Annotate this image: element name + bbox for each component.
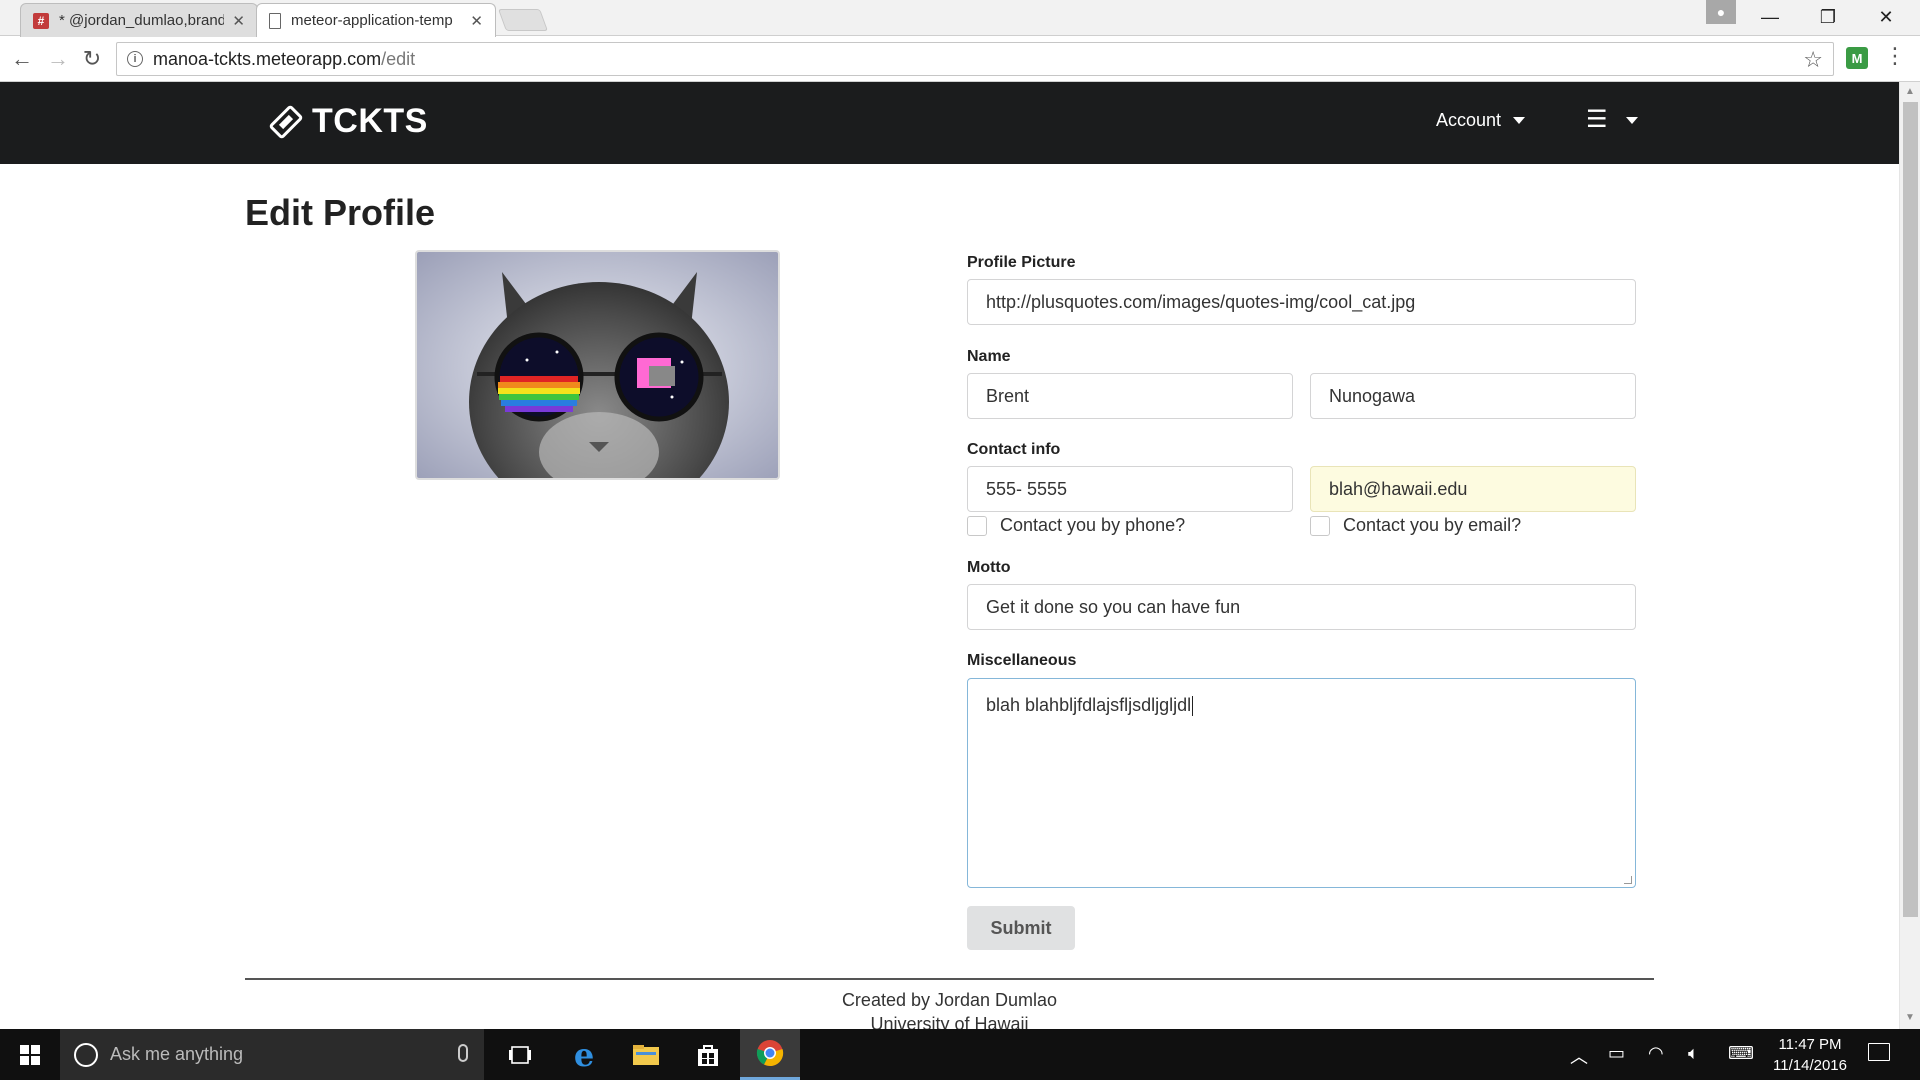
new-tab-button[interactable] (497, 9, 549, 31)
address-bar[interactable]: i manoa-tckts.meteorapp.com/edit ☆ (116, 42, 1834, 76)
search-placeholder: Ask me anything (110, 1044, 244, 1064)
action-center-icon[interactable] (1868, 1043, 1890, 1061)
info-icon[interactable]: i (127, 51, 143, 67)
checkbox-box[interactable] (1310, 515, 1330, 536)
account-dropdown[interactable]: Account (1436, 110, 1526, 131)
caret-down-icon (1513, 117, 1526, 124)
chrome-taskbar-icon[interactable] (740, 1029, 800, 1080)
cortana-search-box[interactable]: Ask me anything (60, 1029, 484, 1080)
page-title: Edit Profile (245, 192, 436, 233)
last-name-input[interactable]: Nunogawa (1310, 373, 1636, 419)
clock-date: 11/14/2016 (1773, 1057, 1847, 1074)
restore-icon[interactable]: ❐ (1800, 0, 1856, 34)
caret-down-icon (1625, 116, 1638, 124)
tab-title: * @jordan_dumlao,brand (59, 12, 225, 29)
browser-tab-strip: # * @jordan_dumlao,brand ✕ meteor-applic… (0, 0, 1920, 37)
miscellaneous-label: Miscellaneous (967, 652, 1077, 669)
motto-label: Motto (967, 559, 1011, 576)
site-navbar: TCKTS Account ☰ (0, 82, 1899, 164)
file-explorer-icon[interactable] (616, 1029, 676, 1080)
task-view-icon[interactable] (490, 1029, 550, 1080)
page-viewport: TCKTS Account ☰ Edit Profile Profile Pic… (0, 82, 1899, 1029)
footer-university: University of Hawaii (870, 1014, 1029, 1029)
show-hidden-icons-chevron[interactable]: ︿ (1570, 1043, 1588, 1069)
browser-profile-icon[interactable]: ● (1706, 0, 1736, 24)
contact-by-email-label: Contact you by email? (1343, 515, 1522, 535)
browser-toolbar: ← → ↻ i manoa-tckts.meteorapp.com/edit ☆… (0, 37, 1920, 82)
microphone-icon[interactable] (458, 1044, 468, 1062)
edge-browser-icon[interactable]: e (554, 1029, 614, 1080)
contact-by-email-checkbox[interactable]: Contact you by email? (1310, 515, 1521, 536)
ticket-icon (269, 105, 303, 138)
browser-tab-slack[interactable]: # * @jordan_dumlao,brand ✕ (20, 3, 258, 37)
battery-icon[interactable]: ▭ (1608, 1043, 1625, 1064)
scroll-down-icon[interactable]: ▼ (1905, 1012, 1915, 1023)
miscellaneous-textarea[interactable]: blah blahbljfdlajsfljsdljgljdl (967, 678, 1636, 888)
windows-logo-icon (20, 1044, 40, 1065)
url-host: manoa-tckts.meteorapp.com (153, 48, 382, 69)
contact-info-label: Contact info (967, 441, 1061, 458)
keyboard-icon[interactable]: ⌨ (1728, 1043, 1754, 1064)
hamburger-icon: ☰ (1586, 106, 1608, 133)
cortana-icon (74, 1042, 98, 1067)
minimize-icon[interactable]: — (1742, 0, 1798, 34)
contact-by-phone-label: Contact you by phone? (1000, 515, 1186, 535)
document-icon (269, 12, 281, 29)
email-input[interactable]: blah@hawaii.edu (1310, 466, 1636, 512)
forward-arrow-icon[interactable]: → (42, 43, 74, 75)
main-menu-dropdown[interactable]: ☰ (1586, 108, 1638, 132)
brand-name: TCKTS (312, 102, 428, 140)
contact-by-phone-checkbox[interactable]: Contact you by phone? (967, 515, 1185, 536)
back-arrow-icon[interactable]: ← (6, 43, 38, 75)
cat-with-glasses-image (417, 252, 778, 478)
scroll-thumb[interactable] (1903, 102, 1918, 917)
account-label: Account (1436, 110, 1502, 130)
slack-hash-icon: # (33, 12, 49, 29)
brand-logo[interactable]: TCKTS (268, 102, 428, 141)
checkbox-box[interactable] (967, 515, 987, 536)
url-path: /edit (381, 48, 416, 69)
close-tab-icon[interactable]: ✕ (470, 12, 483, 30)
wifi-icon[interactable]: ◠ (1648, 1043, 1664, 1064)
submit-button[interactable]: Submit (967, 906, 1075, 950)
close-window-icon[interactable]: ✕ (1858, 0, 1914, 34)
page-scrollbar[interactable]: ▲ ▼ (1899, 82, 1920, 1029)
miscellaneous-text: blah blahbljfdlajsfljsdljgljdl (986, 695, 1192, 715)
profile-picture-url-input[interactable]: http://plusquotes.com/images/quotes-img/… (967, 279, 1636, 325)
first-name-input[interactable]: Brent (967, 373, 1293, 419)
phone-input[interactable]: 555- 5555 (967, 466, 1293, 512)
windows-start-button[interactable] (0, 1029, 60, 1080)
windows-store-icon[interactable] (678, 1029, 738, 1080)
resize-handle-icon[interactable] (1624, 876, 1632, 884)
name-label: Name (967, 348, 1011, 365)
extension-icon[interactable]: M (1846, 47, 1868, 69)
reload-icon[interactable]: ↻ (76, 43, 108, 75)
clock-time: 11:47 PM (1778, 1036, 1842, 1053)
volume-icon[interactable]: 🔈︎ (1688, 1043, 1699, 1064)
motto-input[interactable]: Get it done so you can have fun (967, 584, 1636, 630)
browser-menu-icon[interactable]: ⋮ (1884, 45, 1906, 67)
windows-taskbar: Ask me anything e ︿ ▭ ◠ 🔈︎ ⌨ 11:47 PM 11… (0, 1029, 1920, 1080)
footer-divider (245, 978, 1654, 980)
footer-credit: Created by Jordan Dumlao (841, 990, 1058, 1010)
profile-picture-label: Profile Picture (967, 254, 1076, 271)
scroll-up-icon[interactable]: ▲ (1905, 86, 1915, 97)
system-clock[interactable]: 11:47 PM 11/14/2016 (1760, 1034, 1860, 1076)
profile-picture (415, 250, 780, 480)
tab-title: meteor-application-temp (291, 12, 453, 29)
text-cursor (1192, 696, 1194, 717)
bookmark-star-icon[interactable]: ☆ (1803, 47, 1823, 73)
close-tab-icon[interactable]: ✕ (232, 12, 245, 30)
browser-tab-meteor[interactable]: meteor-application-temp ✕ (256, 3, 496, 37)
